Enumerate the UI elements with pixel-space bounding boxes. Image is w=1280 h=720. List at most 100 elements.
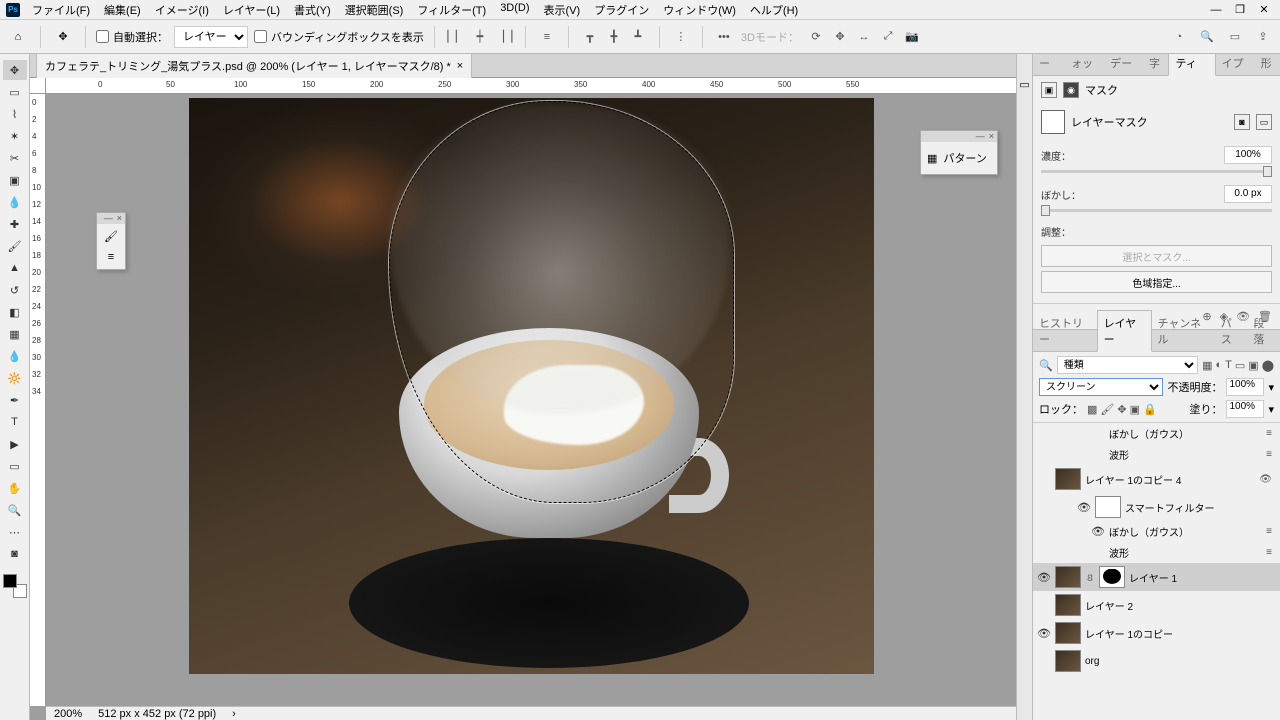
visibility-toggle[interactable]: 👁 <box>1091 525 1105 538</box>
fx-icon[interactable]: ≡ <box>1266 526 1276 537</box>
workspace-icon[interactable]: ▭ <box>1224 26 1246 48</box>
filter-adjust-icon[interactable]: ◐ <box>1215 359 1222 372</box>
layer-row[interactable]: 波形≡ <box>1033 444 1280 465</box>
distribute-v-icon[interactable]: ⋮ <box>670 26 692 48</box>
brush-icon[interactable]: 🖌 <box>104 230 118 243</box>
minimize-button[interactable]: — <box>1206 3 1226 17</box>
vector-mask-icon[interactable]: ◉ <box>1063 82 1079 98</box>
align-center-icon[interactable]: ┿ <box>469 26 491 48</box>
fill-chevron-icon[interactable]: ▾ <box>1268 403 1274 416</box>
layer-row[interactable]: 👁レイヤー 1のコピー <box>1033 619 1280 647</box>
close-button[interactable]: ✕ <box>1254 3 1274 17</box>
tab-paths[interactable]: パス <box>1215 311 1248 351</box>
brush-tool[interactable]: 🖌 <box>3 236 27 256</box>
layer-list[interactable]: ぼかし（ガウス）≡波形≡レイヤー 1のコピー 4👁👁スマートフィルター👁ぼかし（… <box>1033 423 1280 720</box>
align-right-icon[interactable]: ▕▕ <box>493 26 515 48</box>
opacity-chevron-icon[interactable]: ▾ <box>1268 381 1274 394</box>
visibility-toggle[interactable]: 👁 <box>1037 571 1051 584</box>
layer-row[interactable]: 👁𐐒レイヤー 1 <box>1033 563 1280 591</box>
path-select-tool[interactable]: ▶ <box>3 434 27 454</box>
visibility-toggle[interactable]: 👁 <box>1037 627 1051 640</box>
tab-close-icon[interactable]: × <box>457 60 463 72</box>
tab-channels[interactable]: チャンネル <box>1152 311 1215 351</box>
auto-select-target[interactable]: レイヤー <box>174 26 248 48</box>
filter-search-icon[interactable]: 🔍 <box>1039 359 1053 372</box>
patterns-panel[interactable]: —× ▦ パターン <box>920 130 998 175</box>
ruler-horizontal[interactable]: 050100150200250300350400450500550 <box>46 78 1016 94</box>
fx-icon[interactable]: ≡ <box>1266 428 1276 439</box>
menu-help[interactable]: ヘルプ(H) <box>744 0 804 20</box>
tab-paragraph[interactable]: 段落 <box>1247 311 1280 351</box>
status-chevron-icon[interactable]: › <box>232 708 236 720</box>
tab-layers[interactable]: レイヤー <box>1097 310 1152 352</box>
blur-tool[interactable]: 💧 <box>3 346 27 366</box>
add-pixel-mask-icon[interactable]: ◙ <box>1234 114 1250 130</box>
lock-position-icon[interactable]: ✥ <box>1117 403 1126 416</box>
edit-toolbar[interactable]: ⋯ <box>3 522 27 542</box>
eraser-tool[interactable]: ◧ <box>3 302 27 322</box>
panel-close-icon[interactable]: × <box>989 132 994 141</box>
move-tool[interactable]: ✥ <box>3 60 27 80</box>
menu-filter[interactable]: フィルター(T) <box>411 0 492 20</box>
maximize-button[interactable]: ❐ <box>1230 3 1250 17</box>
history-brush-tool[interactable]: ↺ <box>3 280 27 300</box>
color-range-button[interactable]: 色域指定... <box>1041 271 1272 293</box>
menu-3d[interactable]: 3D(D) <box>494 0 535 20</box>
opacity-value[interactable]: 100% <box>1226 378 1264 396</box>
align-top-icon[interactable]: ┳ <box>579 26 601 48</box>
layer-thumbnail[interactable] <box>1055 468 1081 490</box>
layer-thumbnail[interactable] <box>1055 650 1081 672</box>
canvas[interactable] <box>189 98 874 674</box>
fx-icon[interactable]: 👁 <box>1259 474 1276 485</box>
visibility-toggle[interactable]: 👁 <box>1077 501 1091 514</box>
layer-thumbnail[interactable] <box>1095 496 1121 518</box>
layer-thumbnail[interactable] <box>1055 594 1081 616</box>
layer-row[interactable]: レイヤー 1のコピー 4👁 <box>1033 465 1280 493</box>
menu-select[interactable]: 選択範囲(S) <box>339 0 410 20</box>
tab-color[interactable]: カラー <box>1033 54 1065 75</box>
panel-close-icon[interactable]: × <box>117 214 122 223</box>
menu-type[interactable]: 書式(Y) <box>288 0 337 20</box>
menu-file[interactable]: ファイル(F) <box>26 0 96 20</box>
layer-row[interactable]: ぼかし（ガウス）≡ <box>1033 423 1280 444</box>
search-icon[interactable]: 🔍 <box>1196 26 1218 48</box>
dodge-tool[interactable]: 🔆 <box>3 368 27 388</box>
ruler-vertical[interactable]: 0246810121416182022242628303234 <box>30 94 46 706</box>
tab-shapes[interactable]: シェイプ <box>1216 54 1255 75</box>
filter-shape-icon[interactable]: ▭ <box>1235 359 1245 372</box>
menu-edit[interactable]: 編集(E) <box>98 0 147 20</box>
fx-icon[interactable]: ≡ <box>1266 547 1276 558</box>
panel-minimize-icon[interactable]: — <box>104 214 113 223</box>
pixel-mask-icon[interactable]: ▣ <box>1041 82 1057 98</box>
foreground-color[interactable] <box>3 574 17 588</box>
layer-row[interactable]: レイヤー 2 <box>1033 591 1280 619</box>
fx-icon[interactable]: ≡ <box>1266 449 1276 460</box>
frame-tool[interactable]: ▣ <box>3 170 27 190</box>
layer-row[interactable]: 波形≡ <box>1033 542 1280 563</box>
align-middle-icon[interactable]: ╋ <box>603 26 625 48</box>
filter-smart-icon[interactable]: ▣ <box>1248 359 1258 372</box>
menu-view[interactable]: 表示(V) <box>538 0 587 20</box>
pen-tool[interactable]: ✒ <box>3 390 27 410</box>
zoom-level[interactable]: 200% <box>54 708 82 720</box>
shape-tool[interactable]: ▭ <box>3 456 27 476</box>
layer-filter-type[interactable]: 種類 <box>1057 356 1198 374</box>
brush-presets-icon[interactable]: ≡ <box>108 251 114 263</box>
feather-slider[interactable] <box>1041 209 1272 212</box>
wand-tool[interactable]: ✶ <box>3 126 27 146</box>
share-icon[interactable]: ⇪ <box>1252 26 1274 48</box>
home-icon[interactable]: ⌂ <box>6 25 30 49</box>
zoom-tool[interactable]: 🔍 <box>3 500 27 520</box>
tab-properties[interactable]: プロパティ <box>1168 54 1215 76</box>
align-bottom-icon[interactable]: ┻ <box>627 26 649 48</box>
gradient-tool[interactable]: ▦ <box>3 324 27 344</box>
hand-tool[interactable]: ✋ <box>3 478 27 498</box>
document-tab[interactable]: カフェラテ_トリミング_湯気プラス.psd @ 200% (レイヤー 1, レイ… <box>36 54 472 78</box>
auto-select-checkbox[interactable]: 自動選択： <box>96 29 168 45</box>
type-tool[interactable]: T <box>3 412 27 432</box>
menu-window[interactable]: ウィンドウ(W) <box>657 0 742 20</box>
brush-settings-panel[interactable]: — × 🖌 ≡ <box>96 212 126 270</box>
more-icon[interactable]: ••• <box>713 26 735 48</box>
eyedropper-tool[interactable]: 💧 <box>3 192 27 212</box>
filter-toggle-icon[interactable]: ⬤ <box>1262 359 1274 372</box>
